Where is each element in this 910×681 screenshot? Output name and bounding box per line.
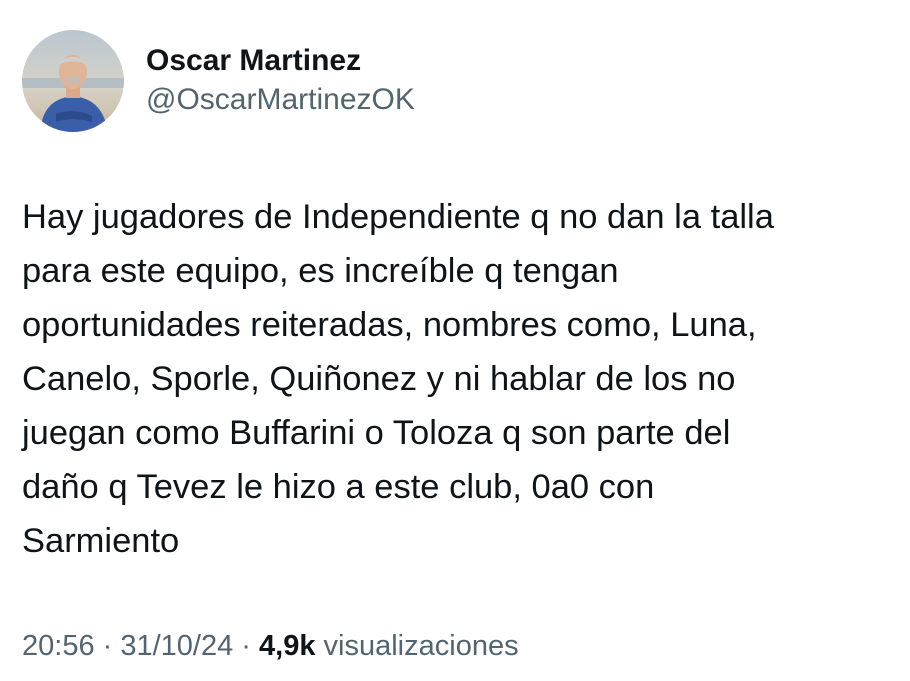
tweet-meta: 20:56 · 31/10/24 · 4,9k visualizaciones — [22, 626, 519, 666]
tweet-card: Oscar Martinez @OscarMartinezOK Hay juga… — [0, 0, 910, 681]
avatar-image — [22, 30, 124, 132]
author-names: Oscar Martinez @OscarMartinezOK — [146, 42, 415, 120]
author-display-name[interactable]: Oscar Martinez — [146, 42, 415, 80]
tweet-header: Oscar Martinez @OscarMartinezOK — [22, 30, 415, 132]
tweet-time[interactable]: 20:56 — [22, 630, 95, 662]
meta-separator: · — [94, 630, 121, 662]
tweet-text: Hay jugadores de Independiente q no dan … — [22, 198, 774, 560]
views-count: 4,9k — [259, 630, 316, 662]
tweet-date[interactable]: 31/10/24 — [120, 630, 233, 662]
meta-separator: · — [233, 630, 260, 662]
author-handle[interactable]: @OscarMartinezOK — [146, 80, 415, 120]
views-label: visualizaciones — [315, 630, 519, 662]
avatar[interactable] — [22, 30, 124, 132]
